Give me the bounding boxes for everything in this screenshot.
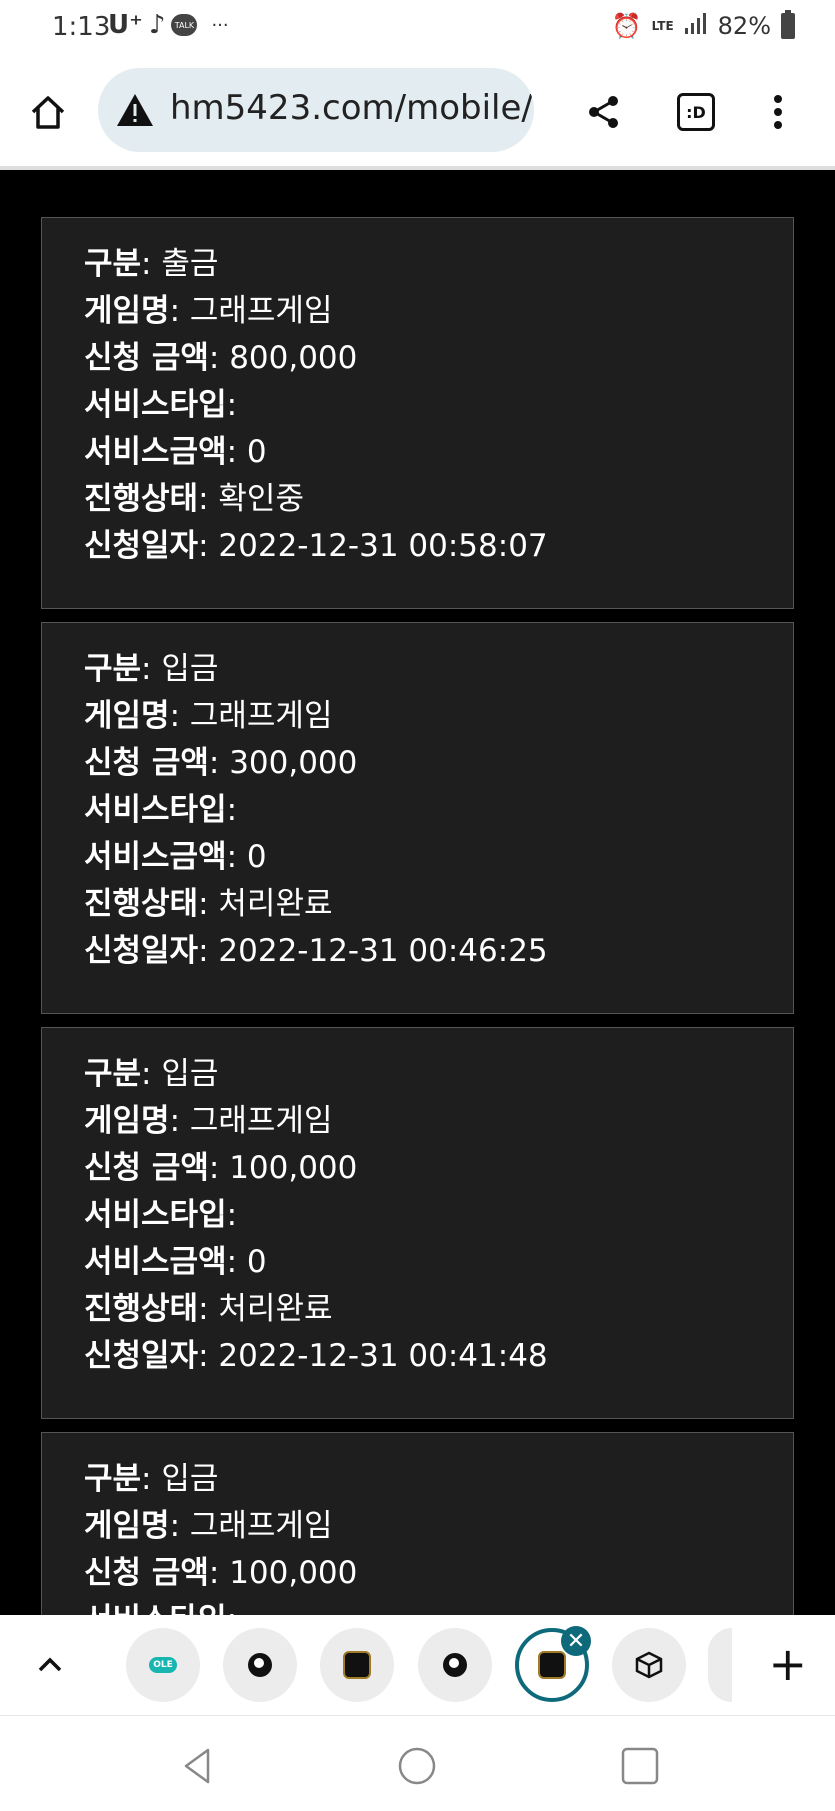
url-text: hm5423.com/mobile/ [170,88,533,128]
date-row: 신청일자: 2022-12-31 00:58:07 [84,528,548,564]
more-vert-icon [774,95,782,129]
close-tab-button[interactable]: ✕ [561,1626,591,1656]
date-row: 신청일자: 2022-12-31 00:41:48 [84,1338,548,1374]
transaction-card: 구분: 입금 게임명: 그래프게임 신청 금액: 300,000 서비스타입: … [41,622,794,1014]
tab-globe[interactable] [418,1628,492,1702]
game-row: 게임명: 그래프게임 [84,1103,333,1139]
amount-row: 신청 금액: 100,000 [84,1150,358,1186]
battery-percent: 82% [717,12,771,40]
service-amount-row: 서비스금액: 0 [84,839,267,875]
tab-olleh[interactable]: OLE [126,1628,200,1702]
game-row: 게임명: 그래프게임 [84,1508,333,1544]
share-icon [589,96,618,128]
transaction-card: 구분: 입금 게임명: 그래프게임 신청 금액: 100,000 서비스타입: … [41,1027,794,1419]
service-amount-row: 서비스금액: 0 [84,1244,267,1280]
service-amount-row: 서비스금액: 0 [84,434,267,470]
game-row: 게임명: 그래프게임 [84,698,333,734]
tab-strip: OLE ✕ + [0,1615,835,1715]
app-icon [343,1651,371,1679]
service-type-row: 서비스타입: [84,1197,238,1233]
alarm-icon: ⏰ [611,12,642,40]
clock: 1:13 [52,12,111,42]
close-icon: ✕ [566,1628,586,1654]
service-type-row: 서비스타입: [84,792,238,828]
chevron-up-icon [38,1657,62,1672]
new-tab-button[interactable]: + [768,1637,807,1691]
address-bar[interactable]: hm5423.com/mobile/ [98,68,534,152]
package-icon [635,1651,663,1679]
globe-icon [443,1653,467,1677]
globe-icon [248,1653,272,1677]
transaction-list: 구분: 출금 게임명: 그래프게임 신청 금액: 800,000 서비스타입: … [0,170,835,1615]
collapse-tabs-button[interactable] [30,1645,70,1685]
system-icons: ⏰ LTE 82% [611,10,795,40]
amount-row: 신청 금액: 300,000 [84,745,358,781]
signal-icon [684,12,708,40]
music-icon: ♪ [148,10,166,40]
service-type-row: 서비스타입: [84,1594,237,1615]
tab-package[interactable] [612,1628,686,1702]
game-row: 게임명: 그래프게임 [84,293,333,329]
battery-icon [781,10,795,39]
home-nav-icon[interactable] [397,1746,437,1786]
amount-row: 신청 금액: 800,000 [84,340,358,376]
app-icon [538,1651,566,1679]
not-secure-warning-icon [117,94,153,126]
home-icon [31,96,65,129]
back-icon[interactable] [178,1746,218,1786]
tab-switcher-icon: :D [677,93,715,131]
status-row: 진행상태: 처리완료 [84,886,333,922]
talk-icon: TALK [171,14,198,36]
browser-toolbar: hm5423.com/mobile/ :D [0,56,835,170]
type-row: 구분: 입금 [84,1461,219,1497]
notification-icons: U⁺ ♪ TALK ··· [108,10,229,40]
system-nav-bar [0,1715,835,1811]
carrier-icon: U⁺ [108,10,143,40]
status-row: 진행상태: 처리완료 [84,1291,333,1327]
amount-row: 신청 금액: 100,000 [84,1555,358,1591]
more-notifications-icon: ··· [211,14,229,36]
tab-switcher-button[interactable]: :D [674,90,718,134]
tab-app[interactable] [320,1628,394,1702]
date-row: 신청일자: 2022-12-31 00:46:25 [84,933,548,969]
status-row: 진행상태: 확인중 [84,481,304,517]
share-button[interactable] [582,90,626,134]
type-row: 구분: 입금 [84,1056,219,1092]
tab-globe[interactable] [223,1628,297,1702]
type-row: 구분: 출금 [84,246,219,282]
transaction-card: 구분: 입금 게임명: 그래프게임 신청 금액: 100,000 서비스타입: [41,1432,794,1615]
service-type-row: 서비스타입: [84,387,238,423]
transaction-card: 구분: 출금 게임명: 그래프게임 신청 금액: 800,000 서비스타입: … [41,217,794,609]
tab-partial[interactable] [708,1628,732,1702]
menu-button[interactable] [756,90,800,134]
status-bar: 1:13 U⁺ ♪ TALK ··· ⏰ LTE 82% [0,0,835,56]
home-button[interactable] [24,88,72,136]
recents-icon[interactable] [620,1746,660,1786]
lte-icon: LTE [651,19,674,33]
type-row: 구분: 입금 [84,651,219,687]
olleh-icon: OLE [149,1657,177,1673]
